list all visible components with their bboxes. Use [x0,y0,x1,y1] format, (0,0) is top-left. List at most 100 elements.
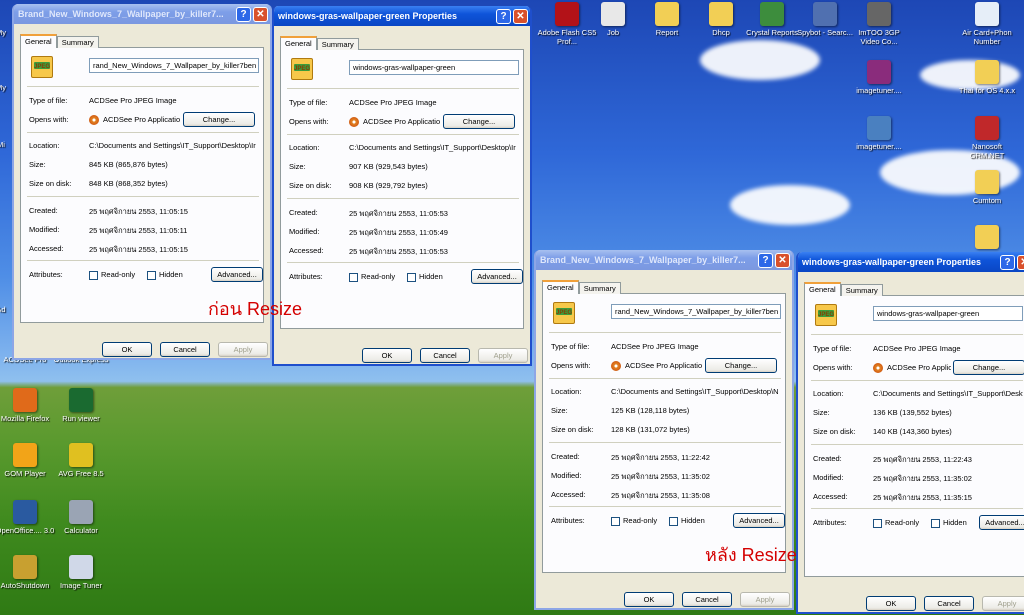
help-button[interactable]: ? [236,6,251,22]
tab-summary[interactable]: Summary [56,36,99,48]
location-label: Location: [813,389,844,398]
change-button[interactable]: Change... [443,114,515,129]
hidden-checkbox[interactable] [407,273,416,282]
desktop-icon[interactable]: AVG Free 8.5 [50,443,112,478]
eye-icon [69,388,93,412]
close-button[interactable]: ✕ [1017,254,1024,270]
hidden-checkbox[interactable] [669,517,678,526]
desktop-icon[interactable]: Image Tuner [50,555,112,590]
desktop-icon[interactable]: Job [582,2,644,37]
advanced-button[interactable]: Advanced... [979,515,1024,530]
change-button[interactable]: Change... [953,360,1024,375]
crystal-reports-icon [760,2,784,26]
readonly-checkbox[interactable] [873,519,882,528]
close-button[interactable]: ✕ [775,252,790,268]
modified-value: 25 พฤศจิกายน 2553, 11:05:49 [349,228,448,237]
title-bar[interactable]: Brand_New_Windows_7_Wallpaper_by_killer7… [14,4,270,24]
accessed-value: 25 พฤศจิกายน 2553, 11:05:53 [349,247,448,256]
desktop-icon[interactable]: GOM Player [0,443,56,478]
separator [549,442,781,443]
cancel-button[interactable]: Cancel [160,342,210,357]
filename-field[interactable]: rand_New_Windows_7_Wallpaper_by_killer7b… [89,58,259,73]
close-button[interactable]: ✕ [513,8,528,24]
title-bar[interactable]: windows-gras-wallpaper-green Properties?… [274,6,530,26]
acdsee-app-icon [873,363,883,373]
change-button[interactable]: Change... [183,112,255,127]
cancel-button[interactable]: Cancel [924,596,974,611]
hidden-checkbox[interactable] [931,519,940,528]
desktop-icon[interactable]: OpenOffice.... 3.0 [0,500,56,535]
ok-button[interactable]: OK [624,592,674,607]
desktop-icon[interactable]: Thai for OS 4.x.x [956,60,1018,95]
hidden-checkbox[interactable] [147,271,156,280]
location-value: C:\Documents and Settings\IT_Support\Des… [349,143,516,152]
filename-field[interactable]: windows-gras-wallpaper-green [349,60,519,75]
help-button[interactable]: ? [758,252,773,268]
desktop-icon[interactable]: Calculator [50,500,112,535]
attributes-label: Attributes: [813,518,847,527]
desktop-icon[interactable]: Run viewer [50,388,112,423]
desktop-icon[interactable]: Report [636,2,698,37]
tab-general[interactable]: General [804,282,841,296]
desktop-icon[interactable]: imagetuner.... [848,116,910,151]
desktop-icon[interactable]: imagetuner.... [848,60,910,95]
desktop-icon[interactable] [956,225,1018,251]
jpeg-label: JPEG [294,64,311,72]
title-bar[interactable]: windows-gras-wallpaper-green Properties?… [798,252,1024,272]
tab-summary[interactable]: Summary [840,284,883,296]
advanced-button[interactable]: Advanced... [733,513,785,528]
desktop-icon-label: GOM Player [4,469,46,478]
advanced-button[interactable]: Advanced... [471,269,523,284]
jpeg-label: JPEG [556,308,573,316]
readonly-checkbox[interactable] [349,273,358,282]
separator [27,196,259,197]
close-button[interactable]: ✕ [253,6,268,22]
desktop-icon[interactable]: Cumtom [956,170,1018,205]
window-title: windows-gras-wallpaper-green Properties [278,11,458,21]
ok-button[interactable]: OK [362,348,412,363]
desktop-icon[interactable]: Nanosoft GRM.NET [956,116,1018,160]
jpeg-file-icon: JPEG [291,58,313,80]
winrar-icon [867,60,891,84]
tab-general[interactable]: General [280,36,317,50]
advanced-button[interactable]: Advanced... [211,267,263,282]
change-button[interactable]: Change... [705,358,777,373]
desktop-icon-label: imagetuner.... [856,142,902,151]
tab-general[interactable]: General [20,34,57,48]
cancel-button[interactable]: Cancel [682,592,732,607]
created-value: 25 พฤศจิกายน 2553, 11:05:15 [89,207,188,216]
hidden-label: Hidden [159,270,183,279]
jpeg-file-icon: JPEG [815,304,837,326]
gom-player-icon [13,443,37,467]
desktop-icon[interactable]: AutoShutdown [0,555,56,590]
desktop-icon[interactable]: Air Card+Phon Number [956,2,1018,46]
desktop-icon-label: AutoShutdown [0,581,50,590]
pdf-icon [601,2,625,26]
apply-button: Apply [982,596,1024,611]
filename-field[interactable]: rand_New_Windows_7_Wallpaper_by_killer7b… [611,304,781,319]
help-button[interactable]: ? [1000,254,1015,270]
properties-window: windows-gras-wallpaper-green Properties?… [272,6,532,366]
avg-icon [69,443,93,467]
desktop-icon-label: Dhcp [712,28,730,37]
desktop-icon-label: Crystal Reports [746,28,798,37]
readonly-checkbox[interactable] [89,271,98,280]
tab-summary[interactable]: Summary [578,282,621,294]
caption-after-resize: หลัง Resize [705,545,797,565]
opens-with-label: Opens with: [551,361,591,370]
attributes-label: Attributes: [551,516,585,525]
cancel-button[interactable]: Cancel [420,348,470,363]
size-on-disk-label: Size on disk: [813,427,856,436]
filename-field[interactable]: windows-gras-wallpaper-green [873,306,1023,321]
jpeg-file-icon: JPEG [553,302,575,324]
desktop-icon[interactable]: ImTOO 3GP Video Co... [848,2,910,46]
desktop-icon[interactable]: Mozilla Firefox [0,388,56,423]
tab-general[interactable]: General [542,280,579,294]
help-button[interactable]: ? [496,8,511,24]
ok-button[interactable]: OK [102,342,152,357]
tab-summary[interactable]: Summary [316,38,359,50]
title-bar[interactable]: Brand_New_Windows_7_Wallpaper_by_killer7… [536,250,792,270]
desktop-icon[interactable]: Spybot - Searc... [794,2,856,37]
readonly-checkbox[interactable] [611,517,620,526]
ok-button[interactable]: OK [866,596,916,611]
